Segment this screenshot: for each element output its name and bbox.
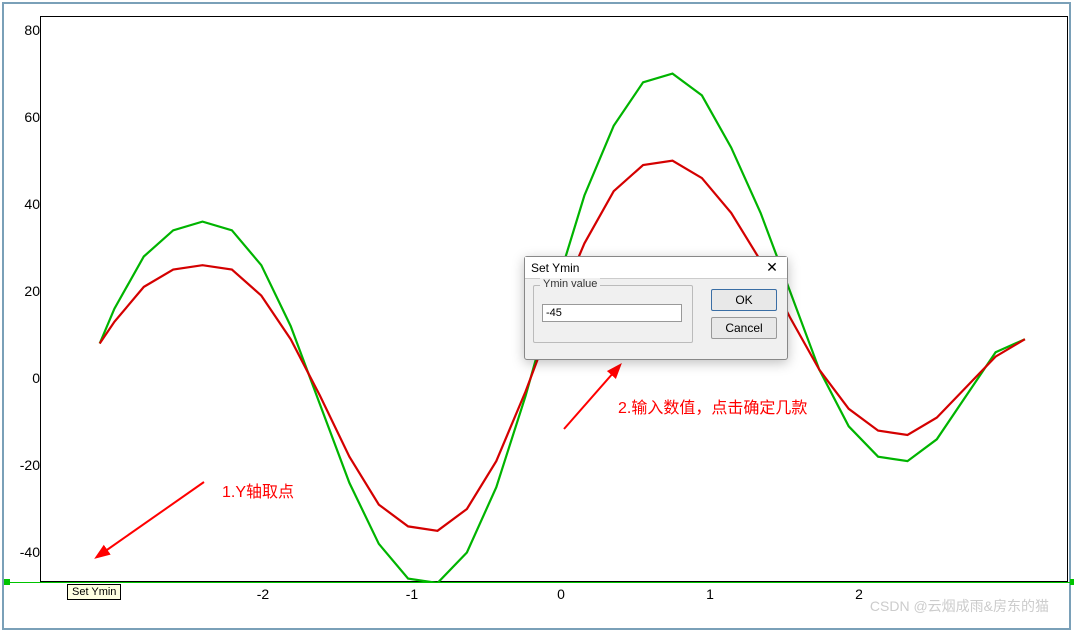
close-icon[interactable]: ✕ xyxy=(757,257,787,279)
y-tick-20: 20 xyxy=(12,283,40,299)
ymin-group-label: Ymin value xyxy=(540,278,600,290)
y-tick-40: 40 xyxy=(12,196,40,212)
cancel-button[interactable]: Cancel xyxy=(711,317,777,339)
dialog-titlebar[interactable]: Set Ymin ✕ xyxy=(525,257,787,279)
chart-window: 80 60 40 20 0 -20 -40 -3 -2 -1 0 1 2 Set… xyxy=(2,2,1071,630)
annotation-1: 1.Y轴取点 xyxy=(222,478,294,502)
x-tick--2: -2 xyxy=(248,586,278,602)
y-tick-80: 80 xyxy=(12,22,40,38)
dialog-title: Set Ymin xyxy=(531,257,579,279)
x-tick--1: -1 xyxy=(397,586,427,602)
ymin-handle-right[interactable] xyxy=(1070,579,1074,585)
x-tick-1: 1 xyxy=(695,586,725,602)
x-tick-0: 0 xyxy=(546,586,576,602)
ymin-tooltip: Set Ymin xyxy=(67,584,121,600)
ymin-handle-left[interactable] xyxy=(4,579,10,585)
ymin-baseline[interactable] xyxy=(4,582,1074,583)
ymin-input[interactable] xyxy=(542,304,682,322)
annotation-2: 2.输入数值，点击确定几款 xyxy=(618,394,807,418)
y-tick-60: 60 xyxy=(12,109,40,125)
ymin-fieldset: Ymin value xyxy=(533,285,693,343)
ok-button[interactable]: OK xyxy=(711,289,777,311)
set-ymin-dialog: Set Ymin ✕ Ymin value OK Cancel xyxy=(524,256,788,360)
watermark: CSDN @云烟成雨&房东的猫 xyxy=(870,596,1049,616)
y-tick--40: -40 xyxy=(12,544,40,560)
y-tick--20: -20 xyxy=(12,457,40,473)
y-tick-0: 0 xyxy=(12,370,40,386)
